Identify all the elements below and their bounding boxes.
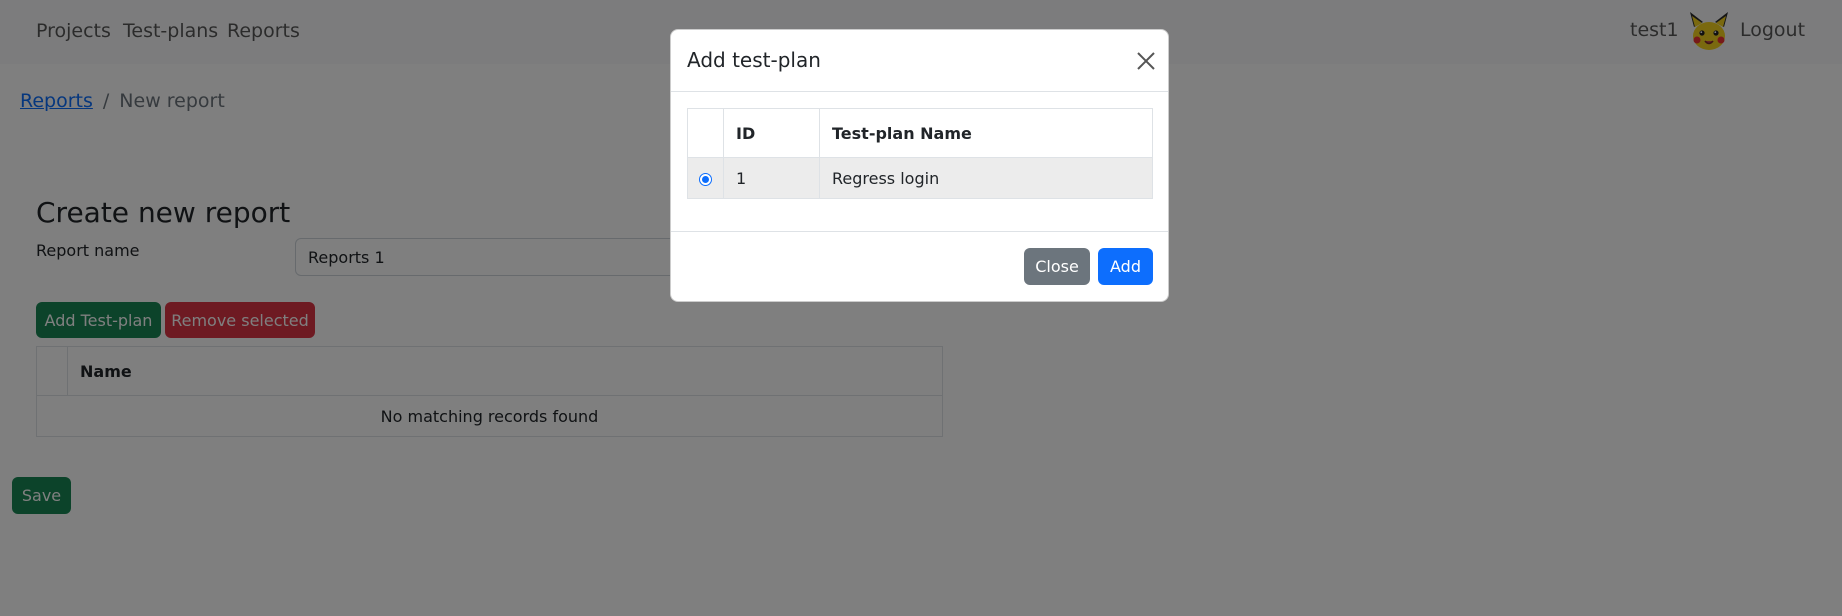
id-column-header[interactable]: ID: [723, 108, 820, 158]
testplan-name-column-header[interactable]: Test-plan Name: [819, 108, 1153, 158]
modal-body: ID Test-plan Name 1 Regress login: [687, 108, 1153, 199]
modal-testplans-table: ID Test-plan Name 1 Regress login: [687, 108, 1153, 199]
table-header-row: ID Test-plan Name: [687, 108, 1153, 158]
close-icon[interactable]: [1135, 50, 1157, 72]
modal-close-button[interactable]: Close: [1024, 248, 1090, 285]
add-testplan-modal: Add test-plan ID Test-plan Name 1 Regres…: [670, 29, 1169, 302]
row-radio-cell: [687, 157, 724, 199]
modal-footer: Close Add: [671, 231, 1168, 301]
row-select-radio[interactable]: [699, 172, 712, 186]
modal-title: Add test-plan: [687, 48, 821, 72]
row-name-cell: Regress login: [819, 157, 1153, 199]
row-id-cell: 1: [723, 157, 820, 199]
modal-header: Add test-plan: [671, 30, 1168, 92]
modal-add-button[interactable]: Add: [1098, 248, 1153, 285]
select-column-header: [687, 108, 724, 158]
table-row[interactable]: 1 Regress login: [687, 157, 1153, 199]
